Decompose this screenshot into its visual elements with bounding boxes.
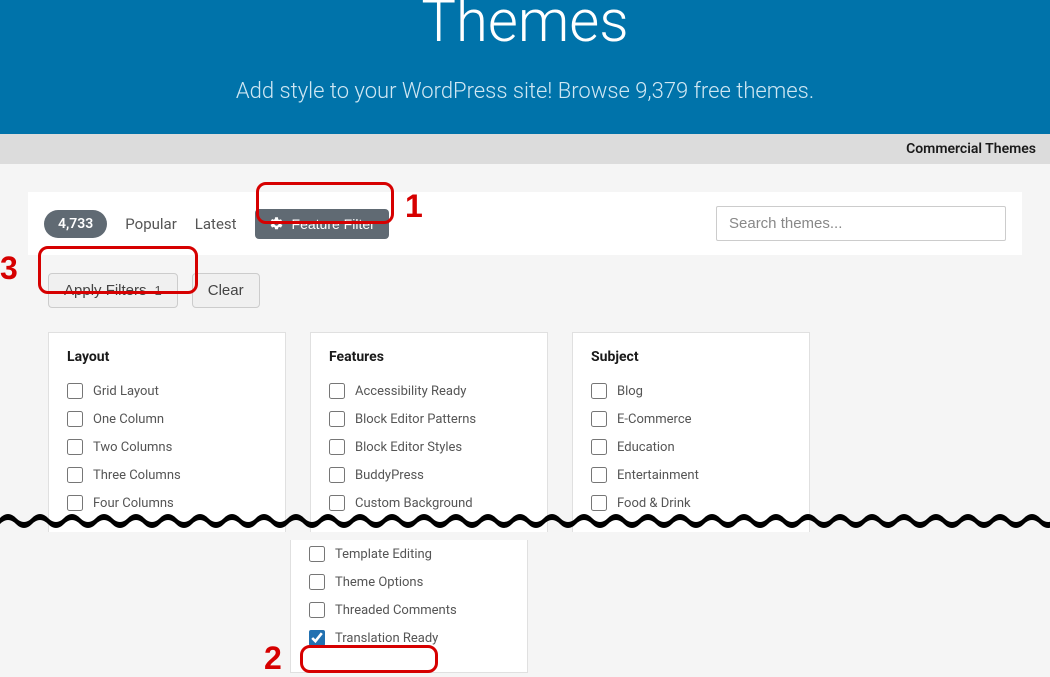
filter-col-subject: Subject Blog E-Commerce Education Entert…: [572, 332, 810, 538]
checkbox[interactable]: [67, 411, 83, 427]
checkbox[interactable]: [329, 411, 345, 427]
apply-filters-button[interactable]: Apply Filters 1: [48, 273, 178, 308]
checkbox[interactable]: [309, 546, 325, 562]
option-label: Block Editor Styles: [355, 440, 462, 455]
annotation-number-3: 3: [0, 250, 18, 287]
checkbox[interactable]: [329, 439, 345, 455]
checkbox[interactable]: [67, 439, 83, 455]
checkbox[interactable]: [591, 495, 607, 511]
actions-row: Apply Filters 1 Clear: [28, 255, 1022, 308]
option-label: Two Columns: [93, 440, 172, 455]
filter-option[interactable]: Entertainment: [591, 467, 791, 483]
search-input[interactable]: [716, 206, 1006, 241]
option-label: Three Columns: [93, 468, 181, 483]
filter-heading-features: Features: [329, 349, 529, 365]
feature-filter-label: Feature Filter: [292, 216, 375, 232]
option-label: Grid Layout: [93, 384, 159, 399]
filter-heading-layout: Layout: [67, 349, 267, 365]
option-label: Four Columns: [93, 496, 174, 511]
option-label: Theme Options: [335, 575, 423, 590]
option-label: Accessibility Ready: [355, 384, 466, 399]
filter-option[interactable]: Four Columns: [67, 495, 267, 511]
filter-col-features: Features Accessibility Ready Block Edito…: [310, 332, 548, 538]
checkbox[interactable]: [67, 383, 83, 399]
torn-divider: [0, 510, 1050, 532]
checkbox[interactable]: [309, 630, 325, 646]
tab-latest[interactable]: Latest: [195, 215, 237, 233]
option-label: BuddyPress: [355, 468, 424, 483]
filter-option[interactable]: E-Commerce: [591, 411, 791, 427]
annotation-number-2: 2: [264, 640, 282, 677]
filter-heading-subject: Subject: [591, 349, 791, 365]
filter-option[interactable]: Three Columns: [67, 467, 267, 483]
result-count-pill: 4,733: [44, 210, 107, 238]
checkbox[interactable]: [309, 574, 325, 590]
filter-option[interactable]: Threaded Comments: [309, 602, 509, 618]
filter-columns: Layout Grid Layout One Column Two Column…: [28, 308, 1022, 538]
option-label: One Column: [93, 412, 164, 427]
checkbox[interactable]: [591, 467, 607, 483]
filter-option[interactable]: Education: [591, 439, 791, 455]
option-label: Entertainment: [617, 468, 699, 483]
option-label: Threaded Comments: [335, 603, 457, 618]
tab-popular[interactable]: Popular: [125, 215, 177, 233]
clear-button[interactable]: Clear: [192, 273, 260, 308]
filter-option[interactable]: Block Editor Styles: [329, 439, 529, 455]
annotation-number-1: 1: [405, 188, 423, 225]
checkbox[interactable]: [591, 439, 607, 455]
filter-option[interactable]: Grid Layout: [67, 383, 267, 399]
checkbox[interactable]: [67, 495, 83, 511]
page-body: 4,733 Popular Latest Feature Filter Appl…: [0, 164, 1050, 538]
option-label: Education: [617, 440, 675, 455]
checkbox[interactable]: [591, 411, 607, 427]
filter-option[interactable]: Blog: [591, 383, 791, 399]
commercial-themes-link[interactable]: Commercial Themes: [0, 134, 1050, 164]
option-label: Block Editor Patterns: [355, 412, 476, 427]
filter-col-layout: Layout Grid Layout One Column Two Column…: [48, 332, 286, 538]
filter-option[interactable]: BuddyPress: [329, 467, 529, 483]
option-label: Food & Drink: [617, 496, 691, 511]
gear-icon: [269, 216, 284, 231]
apply-filters-count: 1: [155, 283, 162, 298]
option-label: Template Editing: [335, 547, 432, 562]
filter-option-translation-ready[interactable]: Translation Ready: [309, 630, 509, 646]
filter-option[interactable]: Two Columns: [67, 439, 267, 455]
filter-option[interactable]: One Column: [67, 411, 267, 427]
filter-option[interactable]: Food & Drink: [591, 495, 791, 511]
filter-col-features-lower: Template Editing Theme Options Threaded …: [290, 540, 528, 673]
checkbox[interactable]: [309, 602, 325, 618]
filter-option[interactable]: Accessibility Ready: [329, 383, 529, 399]
option-label: E-Commerce: [617, 412, 692, 427]
checkbox[interactable]: [329, 495, 345, 511]
filter-option[interactable]: Custom Background: [329, 495, 529, 511]
hero-banner: Themes Add style to your WordPress site!…: [0, 0, 1050, 134]
checkbox[interactable]: [329, 383, 345, 399]
theme-toolbar: 4,733 Popular Latest Feature Filter: [28, 192, 1022, 255]
page-subtitle: Add style to your WordPress site! Browse…: [0, 79, 1050, 104]
filter-option[interactable]: Template Editing: [309, 546, 509, 562]
option-label: Custom Background: [355, 496, 473, 511]
page-title: Themes: [0, 0, 1050, 51]
checkbox[interactable]: [329, 467, 345, 483]
apply-filters-label: Apply Filters: [64, 282, 147, 299]
option-label: Blog: [617, 384, 643, 399]
option-label: Translation Ready: [335, 631, 438, 646]
lower-features-section: Template Editing Theme Options Threaded …: [0, 532, 1050, 673]
filter-option[interactable]: Block Editor Patterns: [329, 411, 529, 427]
checkbox[interactable]: [67, 467, 83, 483]
filter-option[interactable]: Theme Options: [309, 574, 509, 590]
feature-filter-button[interactable]: Feature Filter: [255, 209, 389, 239]
checkbox[interactable]: [591, 383, 607, 399]
